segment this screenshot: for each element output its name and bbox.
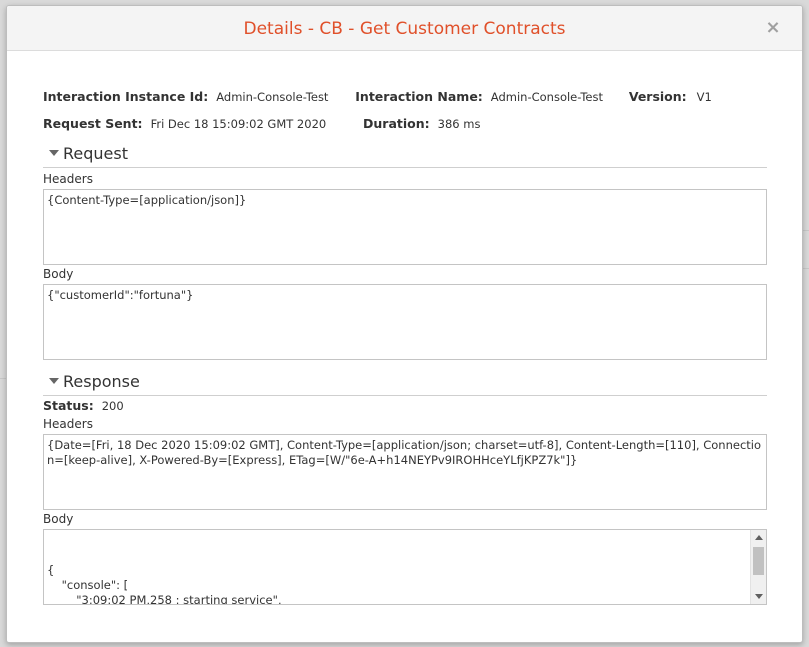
close-icon[interactable]: × [764, 19, 782, 37]
background-divider [803, 268, 809, 269]
request-headers-box[interactable]: {Content-Type=[application/json]} [43, 189, 767, 265]
request-body-box[interactable]: {"customerId":"fortuna"} [43, 284, 767, 360]
version-group: Version: V1 [629, 89, 712, 104]
details-modal: Details - CB - Get Customer Contracts × … [6, 5, 803, 643]
response-body-box[interactable]: { "console": [ "3:09:02 PM,258 : startin… [43, 529, 767, 605]
response-headers-box[interactable]: {Date=[Fri, 18 Dec 2020 15:09:02 GMT], C… [43, 434, 767, 510]
version-label: Version: [628, 89, 687, 104]
response-body-label: Body [43, 512, 74, 526]
scroll-up-arrow-icon[interactable] [755, 535, 763, 540]
duration-label: Duration: [363, 116, 430, 131]
interaction-name-label: Interaction Name: [355, 89, 483, 104]
interaction-name-group: Interaction Name: Admin-Console-Test [355, 89, 603, 104]
request-headers-label: Headers [43, 172, 93, 186]
scroll-thumb[interactable] [753, 547, 764, 575]
duration-group: Duration: 386 ms [363, 116, 480, 131]
meta-row-ids: Interaction Instance Id: Admin-Console-Te… [43, 89, 712, 104]
instance-id-group: Interaction Instance Id: Admin-Console-Te… [43, 89, 328, 104]
request-body-label: Body [43, 267, 74, 281]
scroll-down-arrow-icon[interactable] [755, 594, 763, 599]
response-status-row: Status: 200 [43, 398, 124, 413]
collapse-triangle-icon[interactable] [49, 150, 59, 156]
instance-id-value: Admin-Console-Test [216, 90, 329, 104]
response-section-header[interactable]: Response [43, 372, 767, 396]
instance-id-label: Interaction Instance Id: [43, 89, 209, 104]
request-sent-label: Request Sent: [43, 116, 143, 131]
status-label: Status: [43, 398, 94, 413]
request-sent-value: Fri Dec 18 15:09:02 GMT 2020 [150, 117, 327, 131]
response-body-scrollbar[interactable] [750, 530, 766, 604]
version-value: V1 [696, 90, 712, 104]
interaction-name-value: Admin-Console-Test [490, 90, 603, 104]
request-section-title: Request [63, 144, 128, 163]
request-section-header[interactable]: Request [43, 144, 767, 168]
status-value: 200 [101, 399, 124, 413]
response-headers-label: Headers [43, 417, 93, 431]
meta-row-timing: Request Sent: Fri Dec 18 15:09:02 GMT 202… [43, 116, 480, 131]
request-sent-group: Request Sent: Fri Dec 18 15:09:02 GMT 202… [43, 116, 326, 131]
modal-title: Details - CB - Get Customer Contracts [243, 19, 566, 39]
modal-header: Details - CB - Get Customer Contracts × [7, 6, 802, 51]
collapse-triangle-icon[interactable] [49, 378, 59, 384]
response-section-title: Response [63, 372, 140, 391]
response-body-text: { "console": [ "3:09:02 PM,258 : startin… [47, 563, 282, 605]
duration-value: 386 ms [437, 117, 481, 131]
background-divider [803, 230, 809, 231]
